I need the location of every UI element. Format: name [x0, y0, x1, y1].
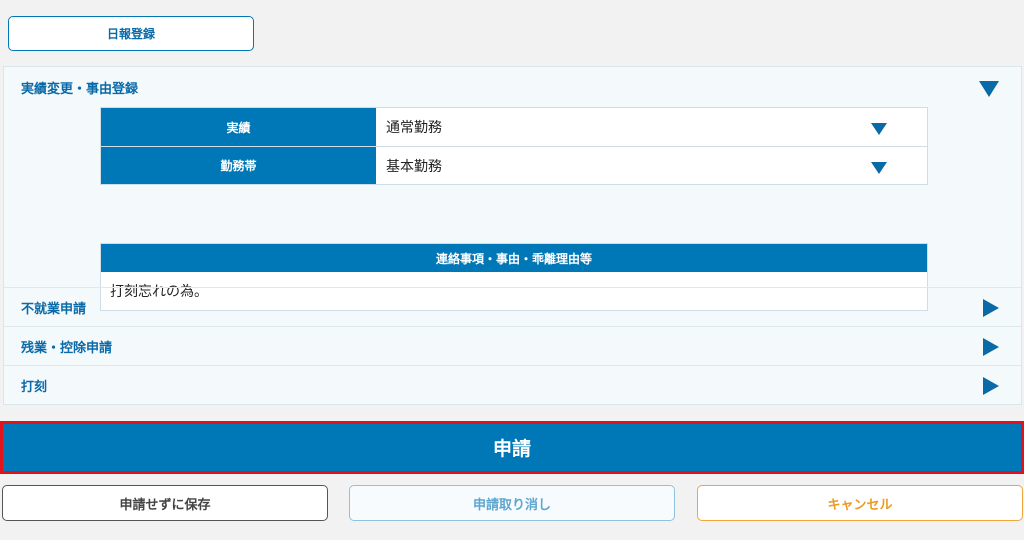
request-panel: 実績変更・事由登録 実績 通常勤務 勤務帯 基本勤務 連絡事項・事由・乖離理由等: [3, 66, 1022, 405]
section-actual-change-header[interactable]: 実績変更・事由登録: [4, 67, 1021, 107]
dropdown-triangle-icon: [871, 123, 887, 135]
notes-header: 連絡事項・事由・乖離理由等: [101, 244, 927, 272]
section-actual-change-body: 実績 通常勤務 勤務帯 基本勤務 連絡事項・事由・乖離理由等 打刻忘れの為。: [4, 107, 1021, 311]
section-stamp-title: 打刻: [21, 379, 48, 395]
actual-select-value: 通常勤務: [386, 120, 442, 136]
shift-label: 勤務帯: [101, 147, 376, 184]
section-actual-change-title: 実績変更・事由登録: [21, 81, 139, 97]
actual-select[interactable]: 通常勤務: [376, 108, 927, 146]
withdraw-request-button[interactable]: 申請取り消し: [349, 485, 675, 521]
shift-select[interactable]: 基本勤務: [376, 147, 927, 184]
section-overtime-header[interactable]: 残業・控除申請: [4, 326, 1021, 365]
section-overtime-title: 残業・控除申請: [21, 340, 113, 356]
daily-report-button[interactable]: 日報登録: [8, 16, 254, 51]
section-non-work-title: 不就業申請: [21, 301, 87, 317]
cancel-button[interactable]: キャンセル: [697, 485, 1023, 521]
expand-triangle-icon[interactable]: [983, 338, 999, 356]
expand-triangle-icon[interactable]: [983, 377, 999, 395]
save-without-request-button[interactable]: 申請せずに保存: [2, 485, 328, 521]
form-row-shift: 勤務帯 基本勤務: [101, 146, 927, 184]
expand-triangle-icon[interactable]: [983, 299, 999, 317]
actual-label: 実績: [101, 108, 376, 146]
submit-request-button[interactable]: 申請: [0, 421, 1024, 474]
collapse-triangle-icon[interactable]: [979, 81, 999, 97]
actual-form-table: 実績 通常勤務 勤務帯 基本勤務: [100, 107, 928, 185]
section-non-work-header[interactable]: 不就業申請: [4, 287, 1021, 326]
dropdown-triangle-icon: [871, 162, 887, 174]
form-row-actual: 実績 通常勤務: [101, 108, 927, 146]
shift-select-value: 基本勤務: [386, 158, 442, 175]
section-stamp-header[interactable]: 打刻: [4, 365, 1021, 404]
